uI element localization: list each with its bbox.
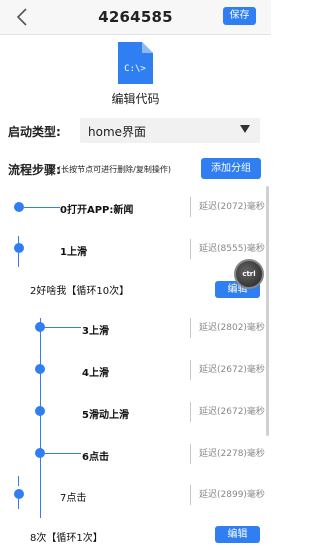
timeline-connector (45, 327, 81, 328)
timeline-line (18, 253, 19, 267)
step-delay-5: 延迟(2672)毫秒 (190, 402, 265, 422)
floating-control-bubble[interactable]: ctrl (234, 259, 264, 289)
group-label-2[interactable]: 2好啥我【循环10次】 (30, 282, 129, 297)
start-type-label: 启动类型: (8, 125, 61, 139)
timeline-line (40, 318, 41, 518)
step-delay-7: 延迟(2899)毫秒 (190, 485, 265, 505)
save-button[interactable]: 保存 (223, 7, 256, 25)
file-icon-text: C:\> (124, 64, 146, 74)
timeline-dot (35, 448, 45, 458)
timeline-dot (14, 202, 24, 212)
timeline-line (18, 499, 19, 509)
step-delay-4: 延迟(2672)毫秒 (190, 360, 265, 380)
bubble-text: ctrl (242, 270, 256, 278)
timeline-dot (14, 243, 24, 253)
step-delay-0: 延迟(2072)毫秒 (190, 197, 265, 217)
add-group-button[interactable]: 添加分组 (201, 158, 261, 179)
steps-title: 流程步骤: (8, 163, 61, 177)
step-delay-3: 延迟(2802)毫秒 (190, 318, 265, 338)
step-item-5[interactable]: 5滑动上滑 (82, 406, 129, 421)
top-bar: 4264585 保存 (0, 0, 271, 35)
dropdown-arrow-icon (240, 125, 250, 133)
step-delay-1: 延迟(8555)毫秒 (190, 239, 265, 259)
group-label-8[interactable]: 8次【循环1次】 (30, 529, 103, 544)
start-type-row: 启动类型: home界面 (0, 114, 271, 148)
start-type-select[interactable]: home界面 (80, 118, 260, 143)
edit-group-button[interactable]: 编辑 (215, 526, 260, 543)
timeline-connector (45, 453, 81, 454)
step-item-4[interactable]: 4上滑 (82, 364, 109, 379)
step-item-3[interactable]: 3上滑 (82, 322, 109, 337)
step-item-7[interactable]: 7点击 (60, 489, 86, 504)
steps-hint: (长按节点可进行删除/复制操作) (58, 165, 171, 174)
timeline-connector (24, 207, 60, 208)
timeline-dot (35, 406, 45, 416)
start-type-value: home界面 (88, 125, 147, 139)
timeline-line (18, 476, 19, 486)
code-file-icon[interactable]: C:\> (115, 40, 155, 86)
step-delay-6: 延迟(2278)毫秒 (190, 444, 265, 464)
edit-code-label[interactable]: 编辑代码 (0, 90, 271, 107)
scrollbar[interactable] (266, 186, 269, 436)
timeline-dot (14, 489, 24, 499)
step-item-0[interactable]: 0打开APP:新闻 (60, 201, 133, 216)
timeline-dot (35, 364, 45, 374)
step-item-6[interactable]: 6点击 (82, 448, 109, 463)
timeline-dot (35, 322, 45, 332)
step-item-1[interactable]: 1上滑 (60, 243, 87, 258)
